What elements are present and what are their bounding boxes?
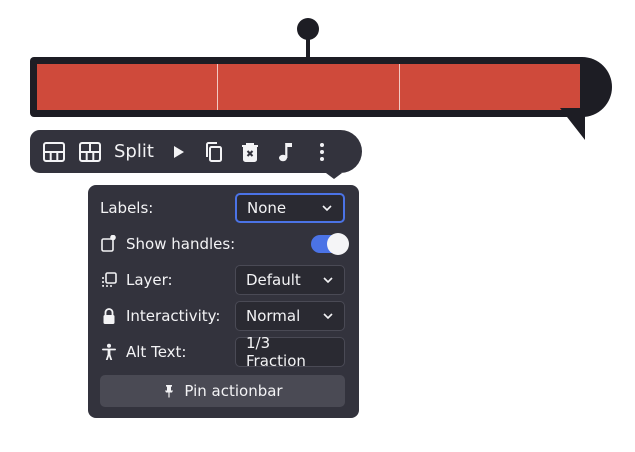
interactivity-row: Interactivity: Normal (100, 301, 347, 331)
chevron-down-icon (323, 313, 333, 320)
settings-panel: Labels: None Show handles: Layer: Defaul… (88, 185, 359, 418)
labels-label: Labels: (100, 199, 153, 217)
interactivity-select-value: Normal (246, 307, 301, 325)
grid-layout-icon (79, 141, 101, 162)
accessibility-icon (102, 343, 116, 360)
fraction-bar-inner (37, 64, 580, 110)
toggle-knob (327, 233, 349, 255)
pin-actionbar-label: Pin actionbar (184, 382, 283, 400)
interactivity-label-text: Interactivity: (126, 307, 221, 325)
handle-knob[interactable] (297, 18, 319, 40)
show-handles-toggle[interactable] (311, 233, 349, 255)
chevron-down-icon (323, 277, 333, 284)
alt-text-value: 1/3 Fraction (246, 334, 306, 370)
layer-select-value: Default (246, 271, 301, 289)
action-bar: Split (30, 130, 362, 173)
table-layout-button[interactable] (42, 130, 78, 173)
layer-label-text: Layer: (126, 271, 173, 289)
grid-layout-button[interactable] (78, 130, 114, 173)
layer-label: Layer: (100, 271, 173, 289)
labels-select-value: None (247, 199, 287, 217)
layer-icon (102, 272, 117, 287)
sound-button[interactable] (274, 130, 310, 173)
alt-text-row: Alt Text: 1/3 Fraction (100, 334, 347, 370)
alt-text-label-text: Alt Text: (126, 343, 187, 361)
play-icon (173, 145, 184, 158)
copy-icon (205, 141, 222, 162)
split-button[interactable]: Split (114, 130, 166, 173)
table-layout-icon (43, 141, 65, 162)
handles-icon (101, 235, 116, 252)
trash-icon (241, 142, 258, 162)
fraction-segment[interactable] (399, 64, 580, 110)
alt-text-label: Alt Text: (100, 343, 186, 361)
more-options-button[interactable] (310, 130, 346, 173)
speech-tail (560, 108, 585, 140)
interactivity-select[interactable]: Normal (235, 301, 345, 331)
chevron-down-icon (322, 205, 332, 212)
fraction-segment[interactable] (218, 64, 399, 110)
layer-select[interactable]: Default (235, 265, 345, 295)
labels-row: Labels: None (100, 193, 347, 223)
actionbar-caret (326, 173, 342, 179)
fraction-segment[interactable] (37, 64, 218, 110)
music-note-icon (278, 142, 292, 161)
layer-row: Layer: Default (100, 265, 347, 295)
delete-button[interactable] (238, 130, 274, 173)
show-handles-row: Show handles: (100, 229, 349, 259)
duplicate-button[interactable] (202, 130, 238, 173)
lock-icon (103, 308, 115, 324)
split-label: Split (114, 141, 154, 162)
pin-actionbar-button[interactable]: Pin actionbar (100, 375, 345, 407)
fraction-bar[interactable] (30, 57, 612, 117)
alt-text-input[interactable]: 1/3 Fraction (235, 334, 345, 370)
play-button[interactable] (166, 130, 202, 173)
labels-select[interactable]: None (235, 193, 345, 223)
pin-icon (165, 385, 174, 398)
show-handles-label-text: Show handles: (126, 235, 236, 253)
more-vertical-icon (319, 142, 324, 161)
interactivity-label: Interactivity: (100, 307, 220, 325)
labels-label-text: Labels: (100, 199, 154, 217)
show-handles-label: Show handles: (100, 235, 235, 253)
